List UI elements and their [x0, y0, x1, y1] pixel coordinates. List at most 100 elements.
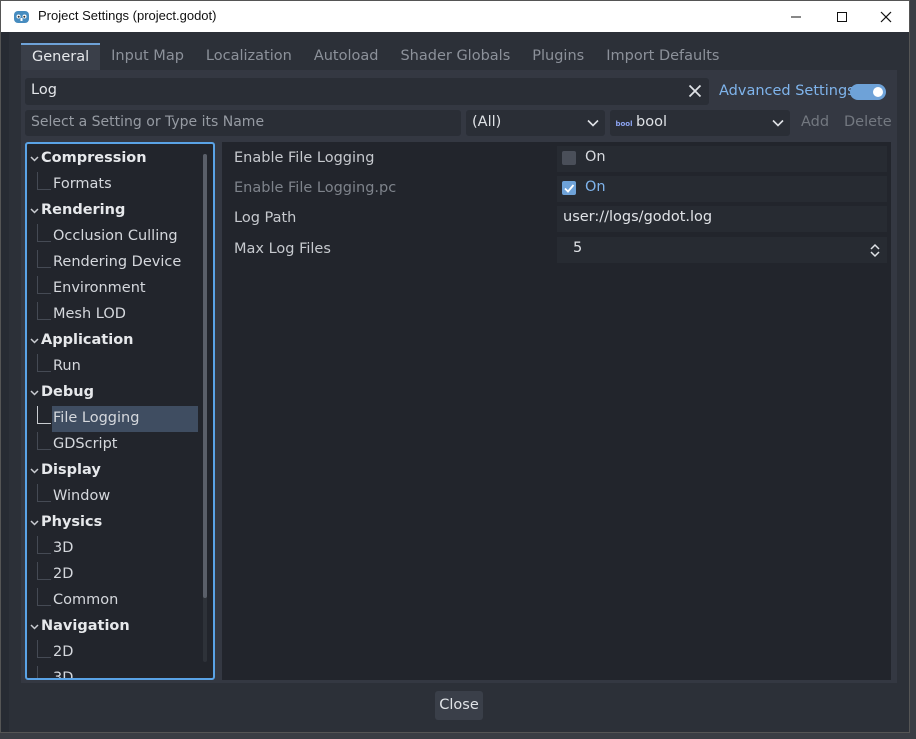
tree-section[interactable]: Rendering: [27, 198, 197, 224]
checkbox-label: On: [585, 149, 606, 165]
tab-shader-globals[interactable]: Shader Globals: [389, 43, 521, 70]
tree-guide-line: [37, 250, 51, 268]
tree-item-label: Rendering: [41, 202, 126, 218]
tree-item[interactable]: 2D: [27, 562, 197, 588]
tree-section[interactable]: Compression: [27, 146, 197, 172]
sections-tree[interactable]: Compression Formats Rendering Occlusion Cul…: [25, 142, 215, 680]
tab-localization[interactable]: Localization: [195, 43, 303, 70]
tab-import-defaults[interactable]: Import Defaults: [595, 43, 730, 70]
tree-item-label: Display: [41, 462, 101, 478]
tree-item[interactable]: Mesh LOD: [27, 302, 197, 328]
spin-updown-icon[interactable]: [869, 243, 881, 258]
close-window-button[interactable]: [863, 1, 909, 32]
tree-guide-line: [37, 302, 51, 320]
project-settings-window: Project Settings (project.godot) General…: [0, 0, 910, 733]
tab-autoload[interactable]: Autoload: [303, 43, 390, 70]
chevron-down-icon[interactable]: [30, 519, 39, 527]
tree-item-label: Window: [53, 488, 111, 504]
tab-input-map[interactable]: Input Map: [100, 43, 195, 70]
godot-logo-icon: [14, 11, 29, 23]
chevron-down-icon[interactable]: [30, 207, 39, 215]
tree-guide-line: [37, 354, 51, 372]
chevron-down-icon[interactable]: [30, 337, 39, 345]
tree-item[interactable]: 2D: [27, 640, 197, 666]
tree-item-label: Debug: [41, 384, 94, 400]
tree-guide-line: [37, 562, 51, 580]
general-tab-panel: Log Advanced Settings Select a Setting o…: [21, 70, 897, 683]
tree-section[interactable]: Application: [27, 328, 197, 354]
add-setting-button[interactable]: Add: [801, 114, 829, 130]
tree-item-label: GDScript: [53, 436, 118, 452]
chevron-down-icon[interactable]: [30, 155, 39, 163]
tree-item[interactable]: Formats: [27, 172, 197, 198]
bool-editor[interactable]: On: [557, 176, 887, 202]
advanced-settings-toggle[interactable]: [850, 84, 886, 100]
property-label: Max Log Files: [234, 241, 331, 257]
tree-section[interactable]: Debug: [27, 380, 197, 406]
tab-general[interactable]: General: [21, 43, 101, 70]
tree-item-label: Compression: [41, 150, 147, 166]
tree-scrollbar-thumb[interactable]: [203, 154, 207, 598]
setting-name-input[interactable]: Select a Setting or Type its Name: [25, 110, 461, 136]
checkbox-checked[interactable]: [562, 181, 576, 195]
maximize-icon: [837, 11, 847, 22]
tab-plugins[interactable]: Plugins: [521, 43, 595, 70]
chevron-down-icon[interactable]: [30, 467, 39, 475]
tree-guide-line: [37, 172, 51, 190]
tree-item-label: Run: [53, 358, 81, 374]
number-spinbox[interactable]: 5: [557, 237, 887, 263]
tree-item-label: 3D: [53, 670, 74, 680]
chevron-down-icon[interactable]: [30, 623, 39, 631]
tree-item-label: Formats: [53, 176, 112, 192]
tree-item[interactable]: GDScript: [27, 432, 197, 458]
property-enable-file-logging-pc: Enable File Logging.pc On: [222, 175, 891, 203]
window-title: Project Settings (project.godot): [38, 8, 217, 23]
tree-item-label: Environment: [53, 280, 146, 296]
tree-guide-line: [37, 536, 51, 554]
feature-filter-dropdown[interactable]: (All): [466, 110, 605, 136]
chevron-down-icon: [772, 119, 784, 127]
type-dropdown[interactable]: bool bool: [610, 110, 790, 136]
advanced-settings-label[interactable]: Advanced Settings: [719, 83, 855, 99]
checkbox[interactable]: [562, 151, 576, 165]
max-log-files-value: 5: [573, 240, 583, 256]
property-label: Enable File Logging: [234, 150, 375, 166]
tree-item[interactable]: 3D: [27, 536, 197, 562]
bool-type-icon-text: bool: [616, 120, 632, 128]
title-bar[interactable]: Project Settings (project.godot): [1, 1, 909, 32]
property-log-path: Log Path user://logs/godot.log: [222, 205, 891, 233]
property-enable-file-logging: Enable File Logging On: [222, 145, 891, 173]
maximize-button[interactable]: [819, 1, 865, 32]
tree-item[interactable]: Run: [27, 354, 197, 380]
property-label: Enable File Logging.pc: [234, 180, 397, 196]
text-editor[interactable]: user://logs/godot.log: [557, 206, 887, 232]
tree-guide-line: [37, 276, 51, 294]
tree-item-label: 2D: [53, 644, 74, 660]
tree-item[interactable]: 3D: [27, 666, 197, 680]
close-icon: [880, 11, 892, 22]
clear-search-icon[interactable]: [687, 83, 703, 99]
bool-editor[interactable]: On: [557, 146, 887, 172]
property-max-log-files: Max Log Files 5: [222, 236, 891, 264]
tree-item[interactable]: Occlusion Culling: [27, 224, 197, 250]
tree-item[interactable]: Environment: [27, 276, 197, 302]
chevron-down-icon[interactable]: [30, 389, 39, 397]
tree-section[interactable]: Navigation: [27, 614, 197, 640]
minimize-button[interactable]: [773, 1, 819, 32]
tree-item-label: Common: [53, 592, 119, 608]
delete-setting-button[interactable]: Delete: [844, 114, 892, 130]
tree-guide-line: [37, 640, 51, 658]
tree-item[interactable]: Common: [27, 588, 197, 614]
close-button[interactable]: Close: [435, 691, 483, 720]
tree-guide-line: [37, 432, 51, 450]
minimize-icon: [791, 16, 801, 17]
checkbox-label: On: [585, 179, 606, 195]
tree-item[interactable]: Window: [27, 484, 197, 510]
settings-tab-bar: General Input Map Localization Autoload …: [21, 43, 731, 70]
checkmark-icon: [564, 184, 575, 193]
tree-section[interactable]: Display: [27, 458, 197, 484]
tree-section[interactable]: Physics: [27, 510, 197, 536]
tree-item[interactable]: File Logging: [27, 406, 198, 432]
tree-item[interactable]: Rendering Device: [27, 250, 197, 276]
search-input[interactable]: Log: [25, 78, 709, 105]
